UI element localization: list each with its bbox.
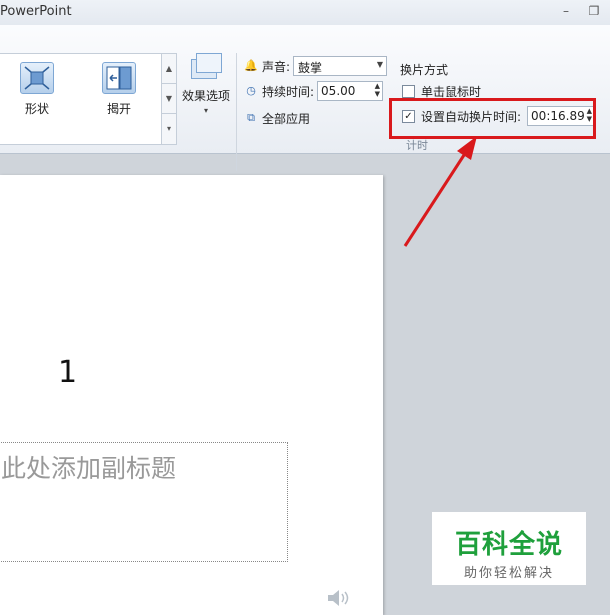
watermark-main-text: 百科全说: [454, 530, 563, 560]
watermark-logo: 百科全说 助你轻松解决: [432, 512, 586, 585]
watermark-sub-text: 助你轻松解决: [463, 566, 554, 581]
